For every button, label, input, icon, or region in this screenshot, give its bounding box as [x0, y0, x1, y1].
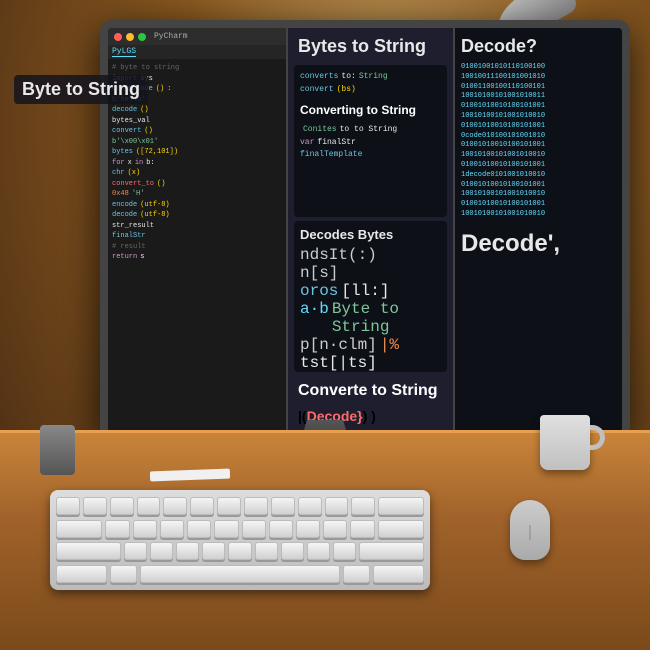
- code-line: finalTemplate: [300, 149, 441, 162]
- convert-to-string-label: Converte to String: [288, 376, 453, 406]
- keyboard-row-2: [56, 519, 424, 539]
- middle-panel: Bytes to String converts to: String conv…: [288, 28, 455, 432]
- right-panel-title: Decode?: [461, 36, 616, 57]
- ide-tab-active[interactable]: PyLGS: [112, 47, 136, 57]
- key[interactable]: [133, 520, 157, 538]
- keyboard-row-4: [56, 564, 424, 584]
- code-line: converts to: String: [300, 71, 441, 84]
- key-alt-r[interactable]: [343, 565, 370, 583]
- converting-label: Converting to String: [300, 99, 441, 122]
- key[interactable]: [325, 497, 349, 515]
- key[interactable]: [333, 542, 356, 560]
- code-line: chr(x): [112, 168, 282, 179]
- middle-panel-title: Bytes to String: [288, 28, 453, 61]
- pencil-holder: [40, 425, 75, 475]
- keyboard-row-1: [56, 496, 424, 516]
- ide-title: PyCharm: [154, 32, 188, 41]
- key[interactable]: [163, 497, 187, 515]
- code-line: tst[|ts]: [300, 354, 441, 372]
- decode-big-label: Decode',: [461, 230, 616, 258]
- key-space[interactable]: [140, 565, 340, 583]
- key[interactable]: [105, 520, 129, 538]
- code-line: bytes_val: [112, 116, 282, 127]
- key[interactable]: [124, 542, 147, 560]
- coffee-mug: [540, 415, 590, 470]
- ide-titlebar: PyCharm: [108, 28, 286, 45]
- code-line: convert(bs): [300, 84, 441, 97]
- key[interactable]: [187, 520, 211, 538]
- sub-panel-title: Decodes Bytes: [300, 227, 441, 242]
- key[interactable]: [351, 497, 375, 515]
- code-line: n[s]: [300, 264, 441, 282]
- maximize-icon[interactable]: [138, 33, 146, 41]
- code-line: # byte to string: [112, 63, 282, 74]
- key[interactable]: [176, 542, 199, 560]
- close-icon[interactable]: [114, 33, 122, 41]
- key-backspace[interactable]: [378, 497, 424, 515]
- keyboard-row-3: [56, 542, 424, 562]
- key[interactable]: [217, 497, 241, 515]
- code-line: 0x48 'H': [112, 189, 282, 200]
- key[interactable]: [281, 542, 304, 560]
- minimize-icon[interactable]: [126, 33, 134, 41]
- code-block-top: converts to: String convert(bs) Converti…: [294, 65, 447, 217]
- overlay-title: Byte to String: [14, 75, 148, 104]
- code-line: Conites to to String: [300, 124, 441, 137]
- code-line: convert_to(): [112, 179, 282, 190]
- code-line: a·b Byte to String: [300, 300, 441, 336]
- key[interactable]: [269, 520, 293, 538]
- code-line: oros [ll:]: [300, 282, 441, 300]
- binary-display: 01001001010110100100 1001001110010100101…: [461, 63, 616, 220]
- keyboard[interactable]: [50, 490, 430, 590]
- sub-panel-decode: Decodes Bytes ndsIt(:) n[s] oros [ll:] a…: [294, 221, 447, 373]
- key-enter[interactable]: [378, 520, 424, 538]
- key[interactable]: [202, 542, 225, 560]
- code-line: decode(utf-8): [112, 210, 282, 221]
- key[interactable]: [271, 497, 295, 515]
- key-ctrl-r[interactable]: [373, 565, 424, 583]
- code-line: encode(utf-8): [112, 200, 282, 211]
- mouse-scroll-wheel: [530, 525, 531, 540]
- key[interactable]: [255, 542, 278, 560]
- key[interactable]: [296, 520, 320, 538]
- code-line: decode(): [112, 105, 282, 116]
- key[interactable]: [244, 497, 268, 515]
- key-caps[interactable]: [56, 542, 121, 560]
- key[interactable]: [307, 542, 330, 560]
- code-line: ndsIt(:): [300, 246, 441, 264]
- code-line: var finalStr: [300, 137, 441, 150]
- key[interactable]: [323, 520, 347, 538]
- code-line: finalStr: [112, 231, 282, 242]
- code-line: convert(): [112, 126, 282, 137]
- key-alt[interactable]: [110, 565, 137, 583]
- key[interactable]: [160, 520, 184, 538]
- key[interactable]: [190, 497, 214, 515]
- code-line: bytes([72,101]): [112, 147, 282, 158]
- code-line: ·||| Convert to String: [300, 372, 441, 373]
- key-tab[interactable]: [56, 520, 102, 538]
- code-line: # result: [112, 242, 282, 253]
- key[interactable]: [350, 520, 374, 538]
- key[interactable]: [137, 497, 161, 515]
- key-shift[interactable]: [359, 542, 424, 560]
- key[interactable]: [150, 542, 173, 560]
- key[interactable]: [298, 497, 322, 515]
- right-panel: Decode? 01001001010110100100 10010011100…: [455, 28, 622, 432]
- key-ctrl[interactable]: [56, 565, 107, 583]
- monitor-screen: PyCharm PyLGS # byte to string import sy…: [108, 28, 622, 432]
- code-line: return s: [112, 252, 282, 263]
- key[interactable]: [214, 520, 238, 538]
- key[interactable]: [242, 520, 266, 538]
- code-line: p[n·clm]|%: [300, 336, 441, 354]
- code-line: for x in b:: [112, 158, 282, 169]
- ide-tabs: PyLGS: [108, 45, 286, 59]
- mouse[interactable]: [510, 500, 550, 560]
- key[interactable]: [56, 497, 80, 515]
- key[interactable]: [228, 542, 251, 560]
- code-line: b'\x00\x01': [112, 137, 282, 148]
- key[interactable]: [110, 497, 134, 515]
- key[interactable]: [83, 497, 107, 515]
- monitor: PyCharm PyLGS # byte to string import sy…: [100, 20, 630, 440]
- code-line: str_result: [112, 221, 282, 232]
